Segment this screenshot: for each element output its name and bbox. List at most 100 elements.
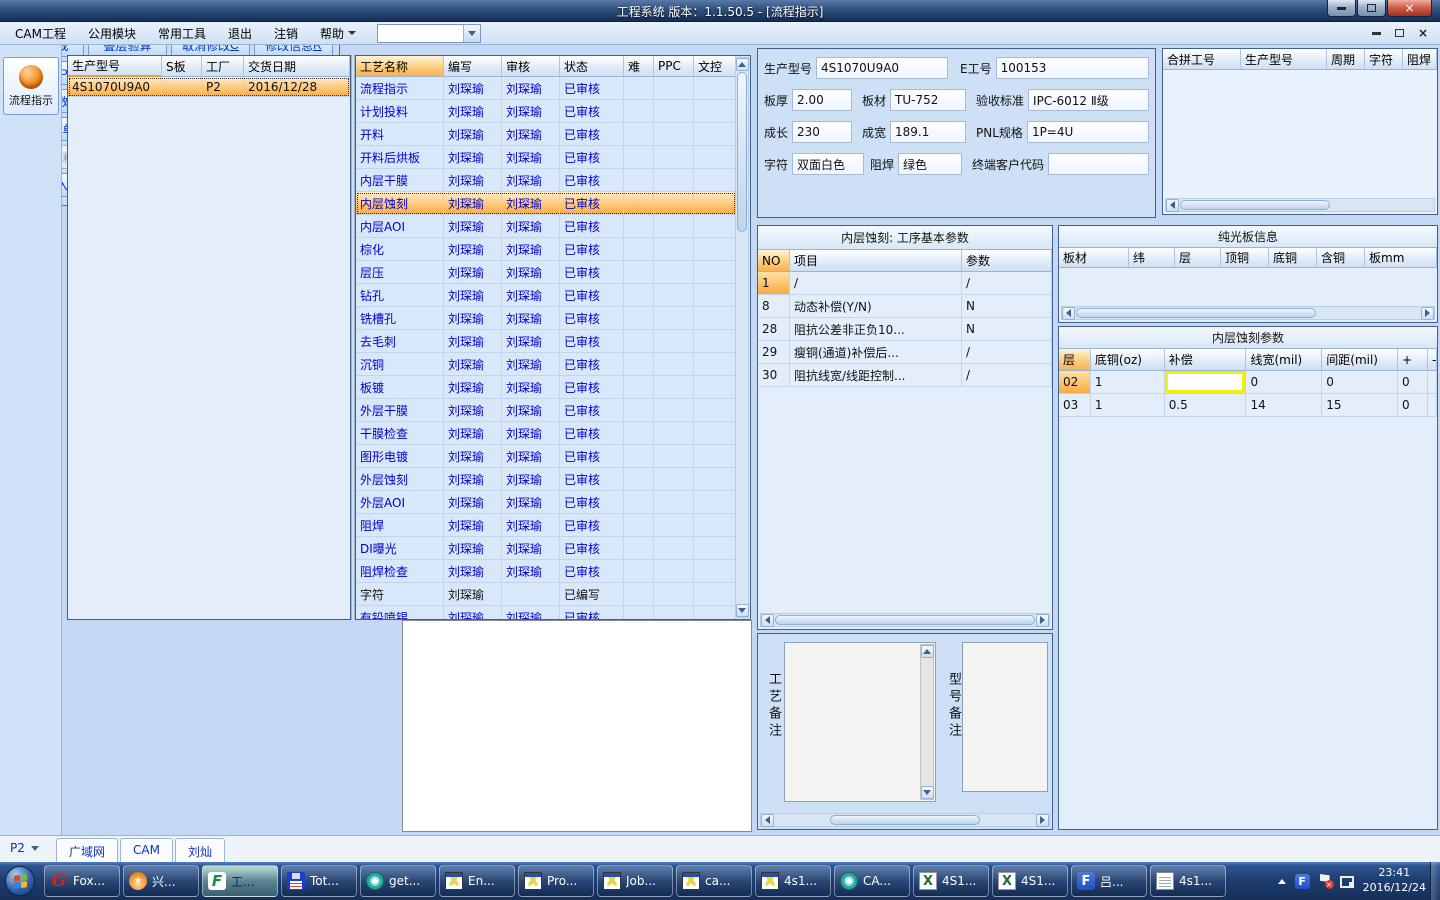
- scroll-up-button[interactable]: [735, 58, 749, 71]
- column-header[interactable]: 文控: [694, 56, 736, 77]
- mdi-close-icon[interactable]: ×: [1418, 26, 1428, 40]
- scroll-right-button[interactable]: [1036, 613, 1049, 627]
- model-remark-textarea[interactable]: [962, 642, 1048, 792]
- bare-board-scrollbar[interactable]: [1061, 306, 1435, 320]
- column-header[interactable]: NO: [758, 250, 790, 272]
- process-row[interactable]: 内层AOI 刘琛瑜 刘琛瑜 已审核: [356, 215, 736, 238]
- taskbar-app-button[interactable]: X En...: [439, 865, 515, 897]
- param-row[interactable]: 30 阻抗线宽/线距控制... /: [758, 364, 1052, 387]
- process-row[interactable]: 有铅喷锡 刘琛瑜 刘琛瑜 已审核: [356, 606, 736, 619]
- remarks-scrollbar[interactable]: [760, 813, 1050, 827]
- process-row[interactable]: 外层蚀刻 刘琛瑜 刘琛瑜 已审核: [356, 468, 736, 491]
- minimize-button[interactable]: [1327, 0, 1356, 17]
- column-header[interactable]: 底铜(oz): [1090, 349, 1165, 371]
- process-row[interactable]: 图形电镀 刘琛瑜 刘琛瑜 已审核: [356, 445, 736, 468]
- process-row[interactable]: 去毛刺 刘琛瑜 刘琛瑜 已审核: [356, 330, 736, 353]
- combo-dropdown-button[interactable]: [463, 24, 481, 42]
- column-header[interactable]: 板材: [1059, 248, 1129, 268]
- process-row[interactable]: 板镀 刘琛瑜 刘琛瑜 已审核: [356, 376, 736, 399]
- column-header[interactable]: 层: [1059, 349, 1091, 371]
- close-button[interactable]: ×: [1387, 0, 1432, 17]
- scroll-right-button[interactable]: [1421, 306, 1434, 320]
- order-row-selected[interactable]: 4S1070U9A0 P2 2016/12/28: [68, 77, 350, 97]
- acceptance-standard-field[interactable]: IPC-6012 Ⅱ级: [1028, 89, 1149, 111]
- finished-width-field[interactable]: 189.1: [890, 121, 967, 143]
- quick-search-combobox[interactable]: [377, 23, 482, 43]
- column-header[interactable]: 合拼工号: [1163, 49, 1241, 70]
- column-header[interactable]: 补偿: [1164, 349, 1247, 371]
- menu-item[interactable]: 退出: [217, 22, 263, 45]
- solder-mask-field[interactable]: 绿色: [898, 153, 963, 175]
- param-row[interactable]: 29 瘦铜(通道)补偿后... /: [758, 341, 1052, 364]
- scroll-left-button[interactable]: [761, 813, 774, 827]
- column-header[interactable]: 难: [624, 56, 654, 77]
- site-selector[interactable]: P2: [10, 841, 39, 855]
- process-row[interactable]: DI曝光 刘琛瑜 刘琛瑜 已审核: [356, 537, 736, 560]
- taskbar-app-button[interactable]: G Fox...: [44, 865, 120, 897]
- column-header[interactable]: 生产型号: [1241, 49, 1327, 70]
- etch-row[interactable]: 02 1 0 0 0: [1059, 371, 1437, 394]
- menu-item[interactable]: 注销: [263, 22, 309, 45]
- column-header[interactable]: S板: [162, 56, 202, 77]
- remark-scrollbar[interactable]: [920, 644, 934, 800]
- column-header[interactable]: 底铜: [1269, 248, 1317, 268]
- scroll-left-button[interactable]: [1062, 306, 1075, 320]
- action-center-flag-icon[interactable]: [1319, 874, 1334, 889]
- tray-expand-icon[interactable]: [1277, 878, 1286, 884]
- process-row[interactable]: 字符 刘琛瑜 已编写: [356, 583, 736, 606]
- param-row[interactable]: 28 阻抗公差非正负10... N: [758, 318, 1052, 341]
- taskbar-clock[interactable]: 23:41 2016/12/24: [1363, 866, 1426, 896]
- status-tab[interactable]: CAM: [120, 838, 173, 864]
- scrollbar-thumb[interactable]: [775, 615, 1035, 625]
- process-remark-textarea[interactable]: [784, 642, 936, 802]
- tray-app-icon[interactable]: F: [1294, 873, 1310, 889]
- menu-item[interactable]: 公用模块: [77, 22, 147, 45]
- scrollbar-thumb[interactable]: [830, 815, 980, 825]
- column-header[interactable]: PPC: [654, 56, 694, 77]
- column-header[interactable]: 工艺名称: [356, 56, 444, 77]
- column-header[interactable]: 顶铜: [1221, 248, 1269, 268]
- process-row[interactable]: 铣槽孔 刘琛瑜 刘琛瑜 已审核: [356, 307, 736, 330]
- etch-row[interactable]: 03 1 0.5 14 15 0: [1059, 394, 1437, 417]
- merge-table-scrollbar[interactable]: [1165, 198, 1435, 212]
- column-header[interactable]: 阻焊: [1403, 49, 1437, 70]
- status-tab[interactable]: 刘灿: [174, 838, 225, 864]
- column-header[interactable]: 线宽(mil): [1246, 349, 1323, 371]
- process-row[interactable]: 干膜检查 刘琛瑜 刘琛瑜 已审核: [356, 422, 736, 445]
- show-desktop-button[interactable]: [1430, 862, 1440, 900]
- column-header[interactable]: 周期: [1327, 49, 1365, 70]
- legend-field[interactable]: 双面白色: [792, 153, 865, 175]
- compensation-edit-cell[interactable]: 0.5: [1164, 394, 1247, 417]
- start-button[interactable]: [5, 866, 35, 896]
- taskbar-app-button[interactable]: F 吕...: [1071, 865, 1147, 897]
- network-icon[interactable]: [1339, 875, 1354, 888]
- column-header[interactable]: 参数: [962, 250, 1052, 272]
- process-row[interactable]: 棕化 刘琛瑜 刘琛瑜 已审核: [356, 238, 736, 261]
- board-material-field[interactable]: TU-752: [890, 89, 967, 111]
- taskbar-app-button[interactable]: ★ 兴...: [123, 865, 199, 897]
- column-header[interactable]: 编写: [444, 56, 502, 77]
- taskbar-app-button[interactable]: F 工...: [202, 865, 278, 897]
- taskbar-app-button[interactable]: X 4s1...: [755, 865, 831, 897]
- params-scrollbar[interactable]: [760, 613, 1050, 627]
- flow-indication-button[interactable]: 流程指示: [3, 57, 59, 115]
- process-row[interactable]: 阻焊检查 刘琛瑜 刘琛瑜 已审核: [356, 560, 736, 583]
- scrollbar-thumb[interactable]: [1180, 200, 1330, 210]
- taskbar-app-button[interactable]: CA...: [834, 865, 910, 897]
- column-header[interactable]: 审核: [502, 56, 560, 77]
- pnl-spec-field[interactable]: 1P=4U: [1026, 121, 1149, 143]
- process-row[interactable]: 外层干膜 刘琛瑜 刘琛瑜 已审核: [356, 399, 736, 422]
- process-table-scrollbar[interactable]: [735, 57, 749, 618]
- restore-button[interactable]: [1357, 0, 1386, 17]
- scroll-left-button[interactable]: [761, 613, 774, 627]
- param-row[interactable]: 1 / /: [758, 272, 1052, 295]
- column-header[interactable]: 项目: [790, 250, 962, 272]
- column-header[interactable]: -: [1427, 349, 1437, 371]
- taskbar-app-button[interactable]: X ca...: [676, 865, 752, 897]
- menu-item[interactable]: 常用工具: [147, 22, 217, 45]
- column-header[interactable]: 间距(mil): [1322, 349, 1399, 371]
- process-row[interactable]: 内层蚀刻 刘琛瑜 刘琛瑜 已审核: [356, 192, 736, 215]
- process-row[interactable]: 开料后烘板 刘琛瑜 刘琛瑜 已审核: [356, 146, 736, 169]
- process-row[interactable]: 钻孔 刘琛瑜 刘琛瑜 已审核: [356, 284, 736, 307]
- param-row[interactable]: 8 动态补偿(Y/N) N: [758, 295, 1052, 318]
